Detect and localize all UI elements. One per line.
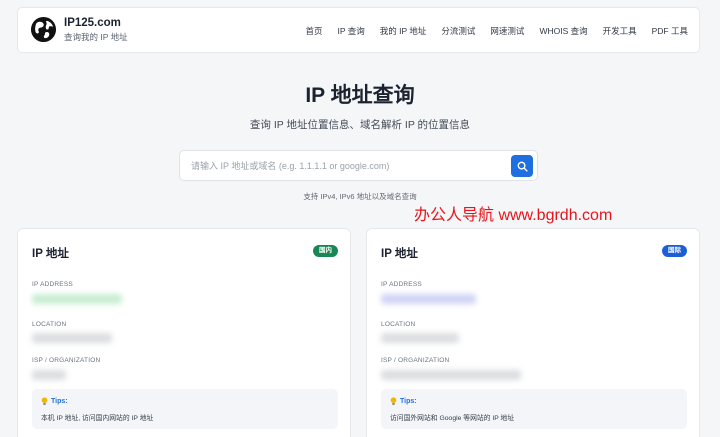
nav-item-split-test[interactable]: 分流测试 (441, 25, 475, 37)
international-ip-card: IP 地址 国际 IP ADDRESS LOCATION ISP / ORGAN… (366, 228, 700, 437)
ip-address-label: IP ADDRESS (32, 281, 73, 288)
location-value-redacted (381, 333, 459, 343)
brand-logo-link[interactable]: IP125.com 查询我的 IP 地址 (30, 16, 128, 43)
nav-menu: 首页 IP 查询 我的 IP 地址 分流测试 网速测试 WHOIS 查询 开发工… (291, 25, 688, 37)
lightbulb-icon (41, 397, 48, 405)
search-button[interactable] (511, 155, 533, 177)
location-value-redacted (32, 333, 112, 343)
page-subtitle: 查询 IP 地址位置信息、域名解析 IP 的位置信息 (249, 119, 471, 131)
isp-value-redacted (32, 370, 66, 380)
nav-item-pdf-tools[interactable]: PDF 工具 (652, 25, 688, 37)
tips-title: Tips: (400, 398, 417, 405)
isp-label: ISP / ORGANIZATION (32, 357, 101, 364)
domestic-ip-card: IP 地址 国内 IP ADDRESS LOCATION ISP / ORGAN… (17, 228, 351, 437)
brand-name: IP125.com (64, 17, 121, 29)
international-badge: 国际 (662, 245, 687, 257)
ip-address-value-redacted (381, 294, 476, 304)
tips-text: 本机 IP 地址, 访问国内网站的 IP 地址 (41, 415, 154, 422)
brand-subtitle: 查询我的 IP 地址 (64, 32, 128, 42)
location-label: LOCATION (32, 321, 67, 328)
domestic-badge: 国内 (313, 245, 338, 257)
nav-item-home[interactable]: 首页 (306, 25, 323, 37)
top-navbar: IP125.com 查询我的 IP 地址 首页 IP 查询 我的 IP 地址 分… (17, 7, 700, 53)
nav-item-ip-lookup[interactable]: IP 查询 (338, 25, 365, 37)
page-title: IP 地址查询 (305, 84, 415, 107)
tips-title: Tips: (51, 398, 68, 405)
ip-address-label: IP ADDRESS (381, 281, 422, 288)
globe-icon (30, 16, 57, 43)
nav-item-speed-test[interactable]: 网速测试 (490, 25, 524, 37)
search-icon (517, 161, 528, 172)
card-title: IP 地址 (381, 248, 418, 260)
tips-text: 访问国外网站和 Google 等网站的 IP 地址 (390, 415, 515, 422)
nav-item-whois[interactable]: WHOIS 查询 (539, 25, 587, 37)
nav-item-dev-tools[interactable]: 开发工具 (603, 25, 637, 37)
ip-address-value-redacted (32, 294, 122, 304)
lightbulb-icon (390, 397, 397, 405)
tips-box: Tips: 本机 IP 地址, 访问国内网站的 IP 地址 (32, 389, 338, 429)
isp-label: ISP / ORGANIZATION (381, 357, 450, 364)
location-label: LOCATION (381, 321, 416, 328)
isp-value-redacted (381, 370, 521, 380)
watermark-text: 办公人导航 www.bgrdh.com (414, 207, 613, 224)
search-bar (179, 150, 538, 181)
tips-box: Tips: 访问国外网站和 Google 等网站的 IP 地址 (381, 389, 687, 429)
card-title: IP 地址 (32, 248, 69, 260)
search-input[interactable] (181, 152, 506, 179)
nav-item-my-ip[interactable]: 我的 IP 地址 (380, 25, 427, 37)
